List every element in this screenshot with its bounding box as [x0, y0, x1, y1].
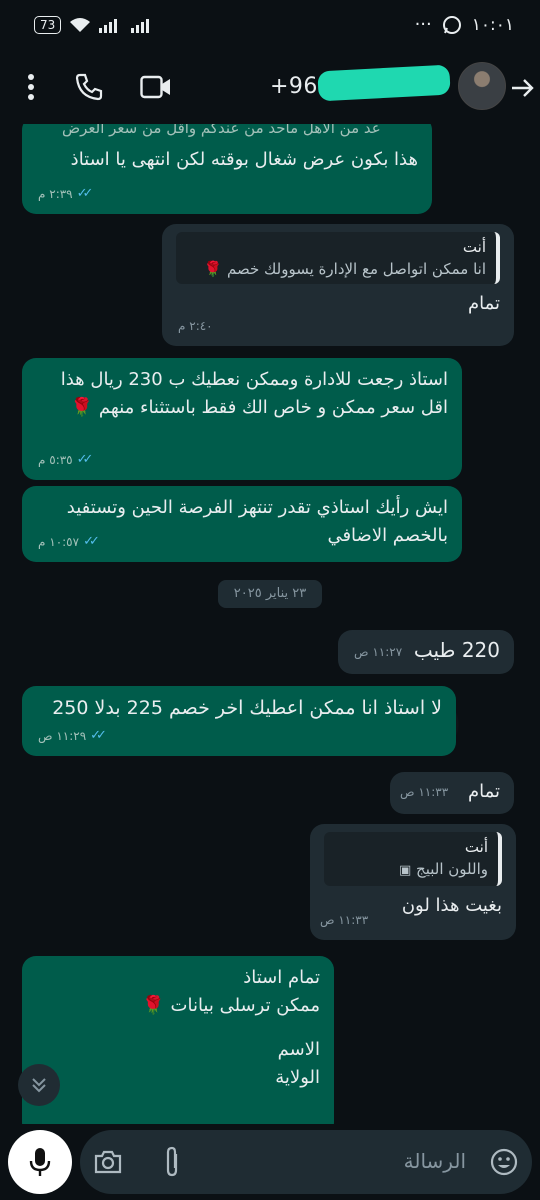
- read-ticks-icon: ✓✓: [83, 534, 100, 549]
- message-placeholder: الرسالة: [403, 1149, 466, 1173]
- chat-header: +968: [0, 54, 540, 124]
- message-time: ١١:٢٧ ص: [354, 645, 403, 659]
- quoted-sender: أنت: [462, 238, 486, 256]
- message-bubble[interactable]: 220 طيب ١١:٢٧ ص: [338, 630, 514, 674]
- message-text: لا استاذ انا ممكن اعطيك اخر خصم 225 بدلا…: [52, 697, 442, 719]
- quoted-sender: أنت: [464, 838, 488, 856]
- signal-icon-2: [131, 19, 150, 33]
- message-input[interactable]: الرسالة: [80, 1130, 532, 1194]
- back-arrow-icon[interactable]: [510, 76, 536, 100]
- message-list[interactable]: عد من الأهل ماحد من عندكم وأقل من سعر ال…: [0, 124, 540, 1124]
- message-time: ٥:٣٥ م: [38, 453, 73, 467]
- read-ticks-icon: ✓✓: [76, 452, 94, 467]
- status-bar: 73 ··· ١٠:٠١: [0, 0, 540, 54]
- message-time: ١١:٣٣ ص: [400, 785, 449, 799]
- message-bubble[interactable]: لا استاذ انا ممكن اعطيك اخر خصم 225 بدلا…: [22, 686, 456, 756]
- message-line: تمام استاذ: [243, 967, 320, 988]
- message-bubble[interactable]: استاذ رجعت للادارة وممكن نعطيك ب 230 ريا…: [22, 358, 462, 480]
- message-time: ١١:٣٣ ص: [320, 913, 369, 927]
- mic-icon: [29, 1148, 51, 1176]
- composer: الرسالة: [0, 1124, 540, 1200]
- quoted-message[interactable]: أنت انا ممكن اتواصل مع الإدارة يسوولك خص…: [176, 232, 500, 284]
- redaction-highlight: [317, 64, 451, 102]
- image-icon: ▣: [398, 863, 412, 878]
- message-time: ٢:٣٩ م: [38, 187, 73, 201]
- wifi-icon: [70, 18, 91, 32]
- message-bubble[interactable]: تمام ١١:٣٣ ص: [390, 772, 514, 814]
- message-bubble[interactable]: تمام استاذ ممكن ترسلى بيانات 🌹 الاسم الو…: [22, 956, 334, 1124]
- message-time: ٢:٤٠ م: [178, 319, 213, 333]
- quoted-message[interactable]: أنت واللون البيج ▣: [324, 832, 502, 886]
- message-text: تمام: [467, 293, 500, 314]
- mic-button[interactable]: [8, 1130, 72, 1194]
- voice-call-icon[interactable]: [74, 72, 104, 102]
- message-line: الاسم: [277, 1039, 320, 1060]
- message-text: استاذ رجعت للادارة وممكن نعطيك ب 230 ريا…: [60, 369, 448, 418]
- message-line: ممكن ترسلى بيانات 🌹: [142, 995, 320, 1016]
- video-call-icon[interactable]: [140, 74, 172, 100]
- chevron-double-down-icon: [32, 1078, 46, 1093]
- read-ticks-icon: ✓✓: [76, 186, 94, 201]
- notification-dots: ···: [414, 14, 432, 35]
- message-text: هذا بكون عرض شغال بوقته لكن انتهى يا است…: [70, 149, 418, 170]
- quoted-text: انا ممكن اتواصل مع الإدارة يسوولك خصم 🌹: [203, 260, 486, 278]
- message-line: الولاية: [275, 1067, 320, 1088]
- message-time: ١٠:٥٧ م: [38, 535, 80, 549]
- avatar[interactable]: [458, 62, 506, 110]
- battery-indicator: 73: [34, 16, 62, 34]
- message-bubble[interactable]: عد من الأهل ماحد من عندكم وأقل من سعر ال…: [22, 124, 432, 214]
- scroll-down-button[interactable]: [18, 1064, 60, 1106]
- quoted-text-overflow: عد من الأهل ماحد من عندكم وأقل من سعر ال…: [62, 124, 381, 137]
- read-ticks-icon: ✓✓: [90, 728, 107, 743]
- message-bubble[interactable]: أنت واللون البيج ▣ بغيت هذا لون ١١:٣٣ ص: [310, 824, 516, 940]
- message-bubble[interactable]: ايش رأيك استاذي تقدر تنتهز الفرصة الحين …: [22, 486, 462, 562]
- whatsapp-status-icon: [442, 15, 461, 34]
- message-text: ايش رأيك استاذي تقدر تنتهز الفرصة الحين …: [66, 497, 448, 546]
- emoji-icon[interactable]: [490, 1148, 518, 1176]
- message-time: ١١:٢٩ ص: [38, 729, 87, 743]
- date-separator: ٢٣ يناير ٢٠٢٥: [218, 580, 322, 608]
- message-line: [36, 1020, 320, 1036]
- quoted-text: واللون البيج: [416, 860, 488, 878]
- camera-icon[interactable]: [94, 1150, 122, 1174]
- attach-icon[interactable]: [162, 1146, 182, 1178]
- clock: ١٠:٠١: [471, 14, 514, 35]
- signal-icon: [99, 19, 118, 33]
- more-options-icon[interactable]: [24, 72, 38, 102]
- message-bubble[interactable]: أنت انا ممكن اتواصل مع الإدارة يسوولك خص…: [162, 224, 514, 346]
